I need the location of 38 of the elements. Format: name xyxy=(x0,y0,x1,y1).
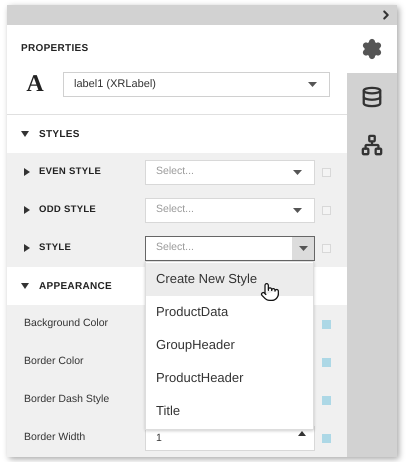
state-checkbox[interactable] xyxy=(322,396,331,404)
dropdown-option[interactable]: Create New Style xyxy=(146,262,313,296)
expand-triangle-icon[interactable] xyxy=(21,131,29,137)
expand-triangle-icon[interactable] xyxy=(21,283,29,289)
hand-cursor-icon xyxy=(260,282,280,302)
dropdown-option[interactable]: Title xyxy=(146,394,313,428)
property-label: Border Color xyxy=(24,354,84,370)
state-checkbox[interactable] xyxy=(322,358,331,366)
expand-triangle-icon[interactable] xyxy=(24,168,30,176)
side-tab[interactable] xyxy=(347,25,397,73)
property-label: STYLE xyxy=(39,240,72,255)
caret-icon xyxy=(298,246,308,250)
dropdown-option[interactable]: ProductData xyxy=(146,296,313,328)
caret-icon xyxy=(293,170,302,174)
property-label: Border Width xyxy=(24,430,86,446)
state-checkbox[interactable] xyxy=(322,244,331,252)
hierarchy-icon xyxy=(361,134,383,156)
state-checkbox[interactable] xyxy=(322,168,331,176)
panel-title: PROPERTIES xyxy=(21,42,88,56)
dropdown-option[interactable]: GroupHeader xyxy=(146,328,313,362)
caret-icon xyxy=(308,82,317,87)
expand-triangle-icon[interactable] xyxy=(24,244,30,252)
state-checkbox[interactable] xyxy=(322,206,331,214)
database-icon xyxy=(361,86,383,108)
dropdown-toggle[interactable] xyxy=(292,236,314,260)
section-header[interactable]: STYLES xyxy=(39,126,80,142)
property-label: Background Color xyxy=(24,316,108,332)
object-select[interactable]: label1 (XRLabel) xyxy=(63,72,330,97)
property-label: Border Dash Style xyxy=(24,392,110,408)
property-label: EVEN STYLE xyxy=(39,164,102,179)
state-checkbox[interactable] xyxy=(322,434,331,442)
caret-icon xyxy=(293,208,302,212)
expand-triangle-icon[interactable] xyxy=(24,206,30,214)
property-label: ODD STYLE xyxy=(39,202,96,217)
state-checkbox[interactable] xyxy=(322,320,331,328)
dropdown-option[interactable]: ProductHeader xyxy=(146,362,313,394)
section-header[interactable]: APPEARANCE xyxy=(39,278,112,294)
type-glyph: A xyxy=(25,72,45,97)
